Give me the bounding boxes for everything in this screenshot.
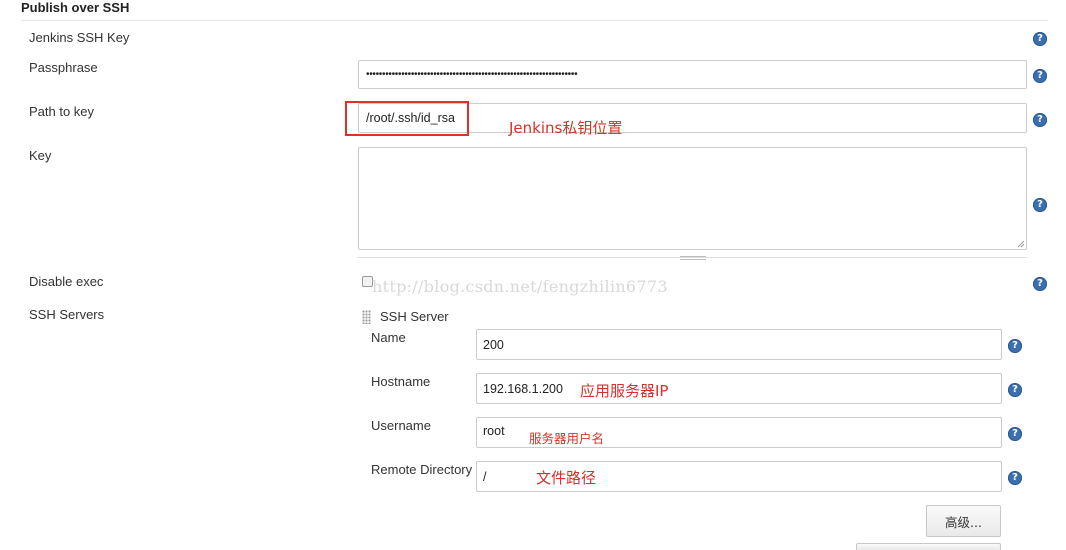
- help-icon-remote-directory[interactable]: ?: [1008, 471, 1022, 485]
- help-icon-passphrase[interactable]: ?: [1033, 69, 1047, 83]
- ssh-servers-label: SSH Servers: [29, 307, 105, 322]
- advanced-button[interactable]: 高级...: [926, 505, 1001, 537]
- question-mark-icon: ?: [1012, 472, 1018, 483]
- username-label: Username: [371, 418, 431, 433]
- path-to-key-highlight: [345, 101, 469, 136]
- jenkins-ssh-key-label: Jenkins SSH Key: [29, 30, 130, 45]
- passphrase-field[interactable]: ••••••••••••••••••••••••••••••••••••••••…: [358, 60, 1027, 89]
- watermark: http://blog.csdn.net/fengzhilin6773: [372, 277, 668, 296]
- hostname-label: Hostname: [371, 374, 431, 389]
- passphrase-value: ••••••••••••••••••••••••••••••••••••••••…: [366, 69, 578, 80]
- help-icon-key[interactable]: ?: [1033, 198, 1047, 212]
- textarea-resize-corner-icon[interactable]: [1017, 240, 1025, 248]
- question-mark-icon: ?: [1037, 33, 1043, 44]
- key-label: Key: [29, 148, 52, 163]
- hostname-value: 192.168.1.200: [483, 381, 563, 396]
- question-mark-icon: ?: [1037, 278, 1043, 289]
- question-mark-icon: ?: [1037, 114, 1043, 125]
- help-icon-username[interactable]: ?: [1008, 427, 1022, 441]
- server-name-field[interactable]: 200: [476, 329, 1002, 360]
- server-name-label: Name: [371, 330, 406, 345]
- passphrase-label: Passphrase: [29, 60, 98, 75]
- section-divider: [21, 20, 1048, 21]
- resize-grip-icon[interactable]: [680, 256, 706, 260]
- help-icon-jenkins-ssh-key[interactable]: ?: [1033, 32, 1047, 46]
- next-button-partial[interactable]: [856, 543, 1001, 550]
- ssh-server-header: SSH Server: [380, 309, 449, 324]
- annotation-username: 服务器用户名: [529, 431, 605, 446]
- question-mark-icon: ?: [1037, 199, 1043, 210]
- annotation-path-to-key: Jenkins私钥位置: [509, 119, 623, 137]
- section-title: Publish over SSH: [21, 0, 130, 15]
- disable-exec-label: Disable exec: [29, 274, 104, 289]
- annotation-hostname: 应用服务器IP: [580, 382, 669, 400]
- question-mark-icon: ?: [1012, 340, 1018, 351]
- server-name-value: 200: [483, 337, 504, 352]
- question-mark-icon: ?: [1037, 70, 1043, 81]
- question-mark-icon: ?: [1012, 384, 1018, 395]
- annotation-remote-directory: 文件路径: [536, 469, 597, 487]
- help-icon-hostname[interactable]: ?: [1008, 383, 1022, 397]
- help-icon-server-name[interactable]: ?: [1008, 339, 1022, 353]
- help-icon-path-to-key[interactable]: ?: [1033, 113, 1047, 127]
- remote-directory-value: /: [483, 469, 487, 484]
- remote-directory-label: Remote Directory: [371, 462, 473, 477]
- key-textarea[interactable]: [358, 147, 1027, 250]
- path-to-key-label: Path to key: [29, 104, 95, 119]
- help-icon-disable-exec[interactable]: ?: [1033, 277, 1047, 291]
- hostname-field[interactable]: 192.168.1.200: [476, 373, 1002, 404]
- drag-handle-icon[interactable]: [362, 310, 371, 324]
- advanced-button-label: 高级...: [945, 514, 982, 530]
- question-mark-icon: ?: [1012, 428, 1018, 439]
- username-value: root: [483, 424, 505, 438]
